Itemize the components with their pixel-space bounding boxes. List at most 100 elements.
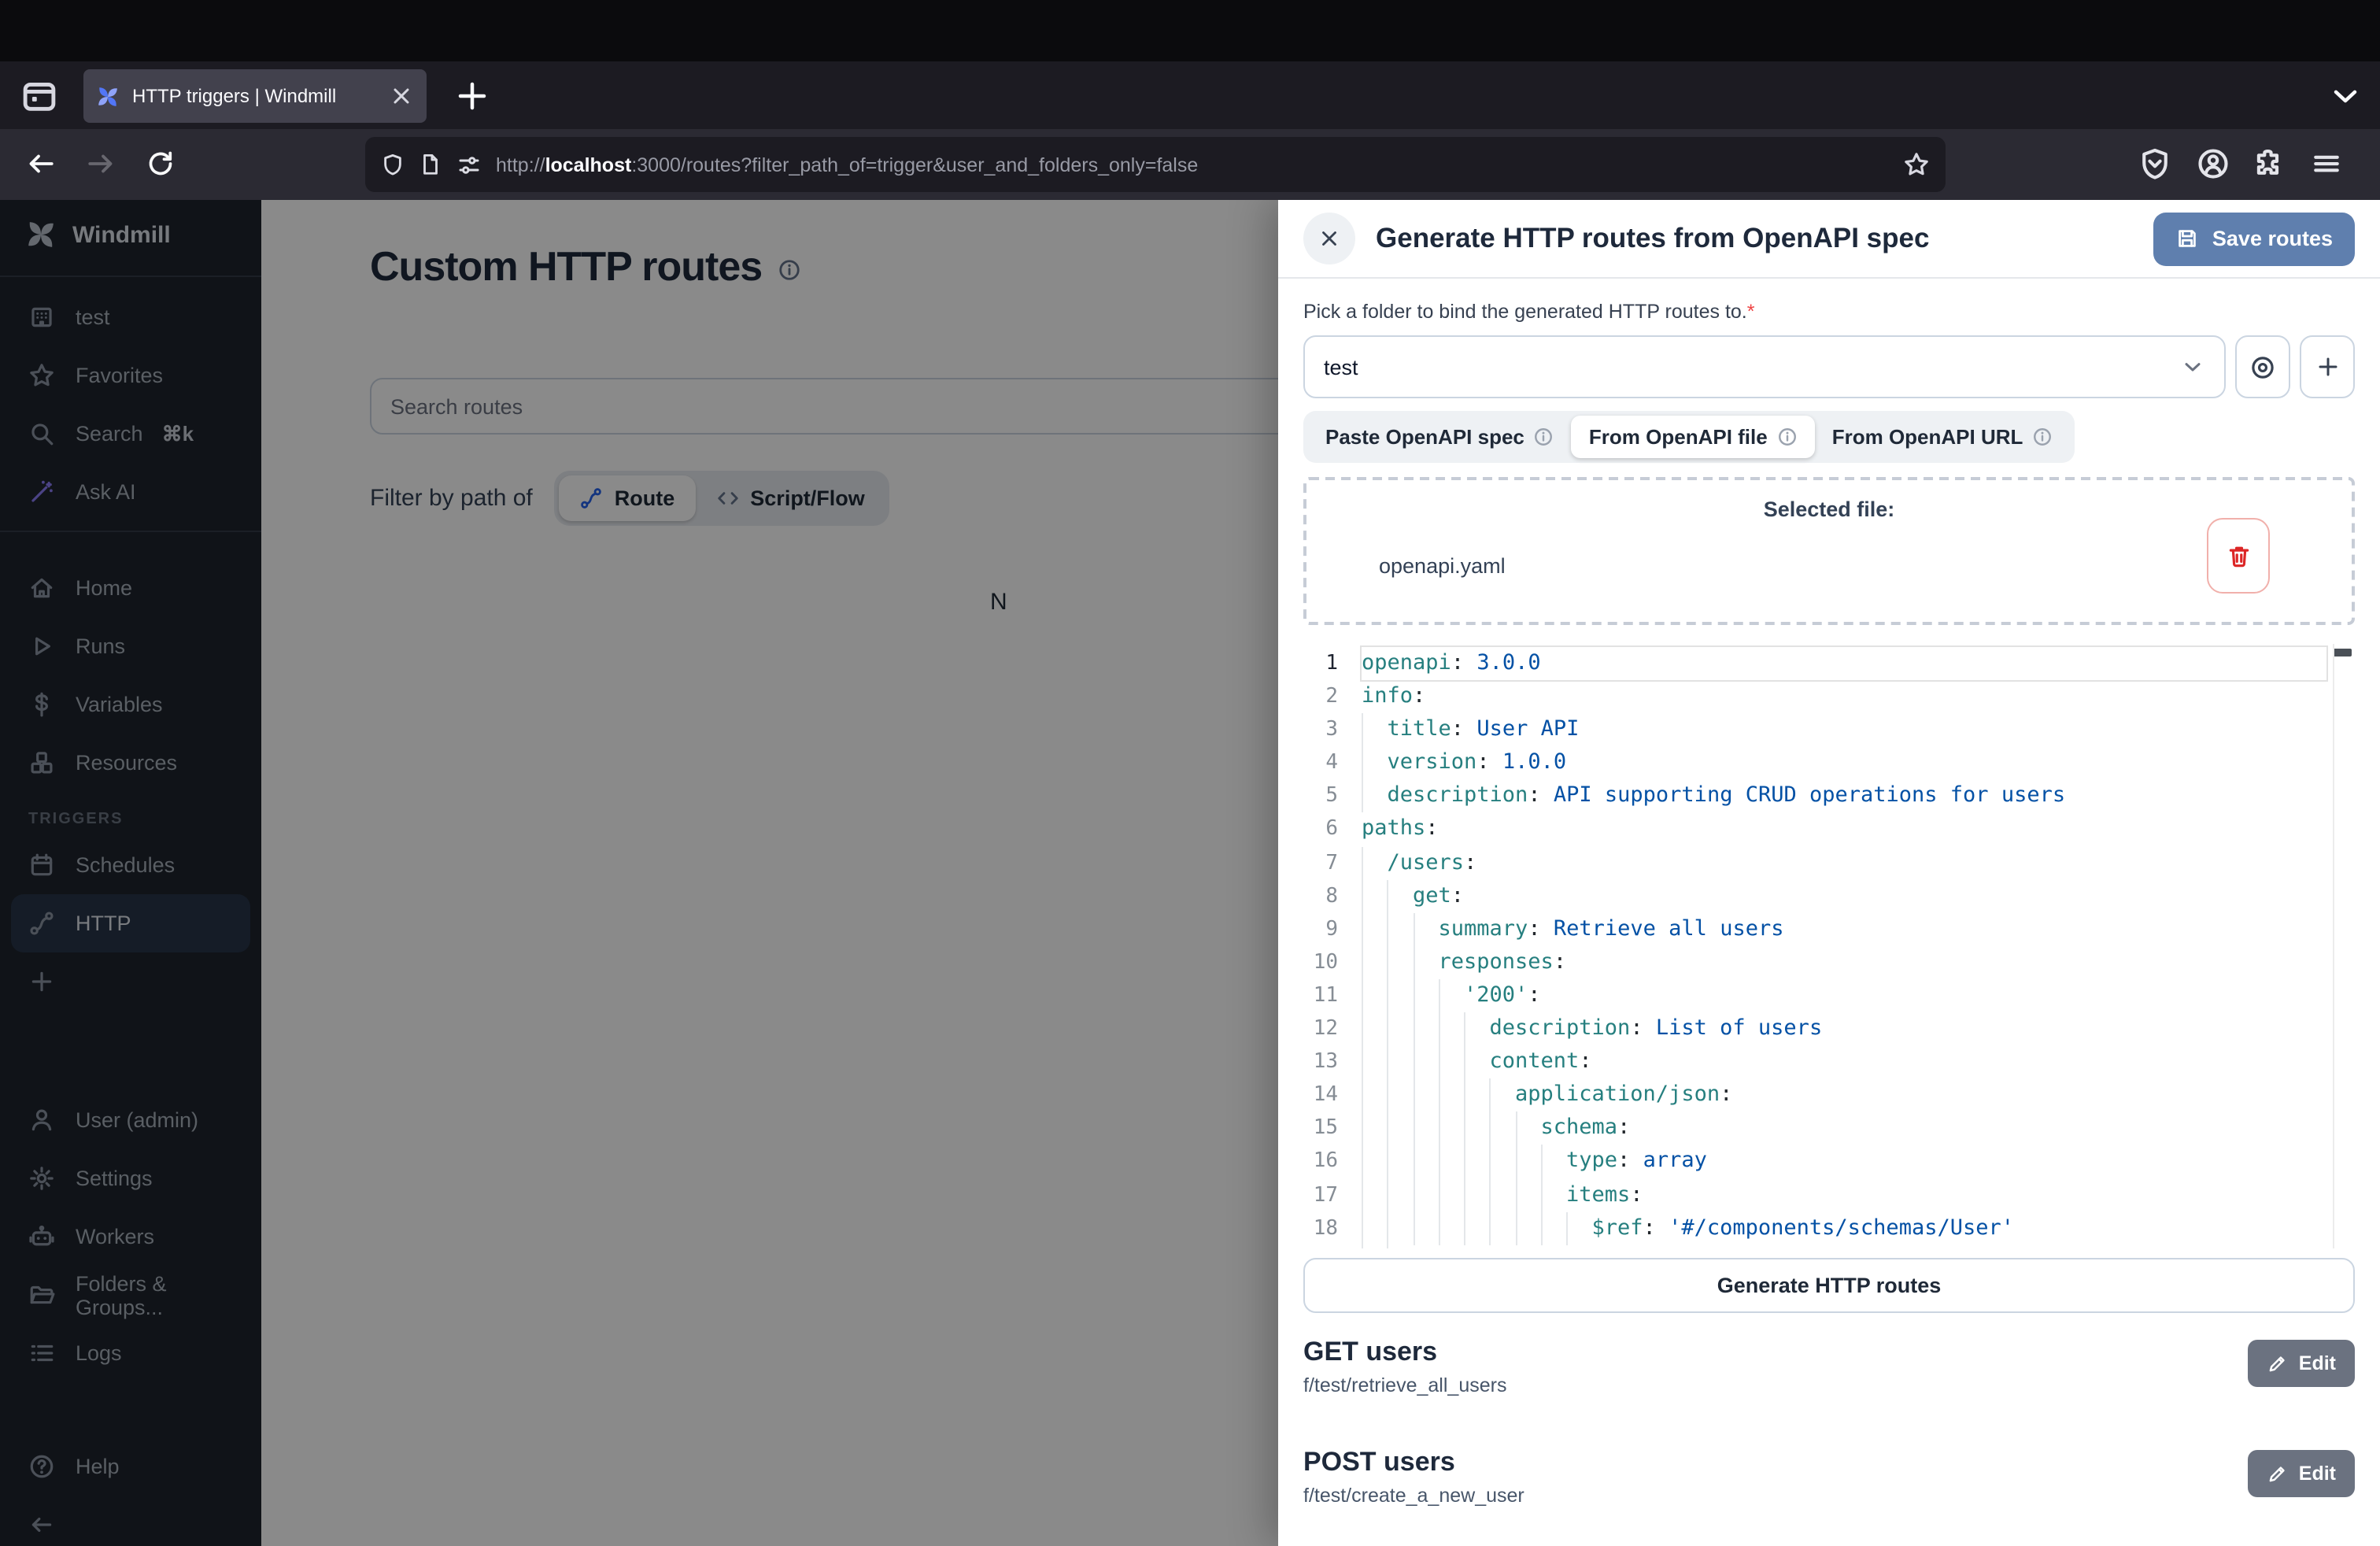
reload-button[interactable]	[145, 148, 176, 179]
yaml-value: '#/components/schemas/User'	[1669, 1215, 2014, 1240]
yaml-colon: :	[1630, 1015, 1643, 1041]
site-info-icon[interactable]	[419, 153, 442, 176]
pocket-icon[interactable]	[2138, 146, 2172, 181]
tracking-protection-icon[interactable]	[381, 153, 405, 176]
add-folder-button[interactable]	[2300, 335, 2355, 398]
yaml-key: $ref	[1592, 1215, 1643, 1240]
tab-paste-openapi-spec[interactable]: Paste OpenAPI spec	[1308, 416, 1572, 458]
drawer-backdrop[interactable]	[0, 200, 1278, 1546]
line-number: 15	[1303, 1112, 1338, 1145]
code-line: 11'200':	[1303, 979, 2355, 1012]
line-number: 5	[1303, 780, 1338, 813]
indent-guide	[1388, 1078, 1414, 1111]
indent-guide	[1362, 1145, 1388, 1178]
line-number: 7	[1303, 846, 1338, 879]
code-line: 17 items:	[1303, 1178, 2355, 1211]
yaml-key: application/json	[1515, 1082, 1720, 1107]
save-routes-button[interactable]: Save routes	[2154, 212, 2355, 265]
code-line-body: info:	[1362, 680, 2355, 713]
close-drawer-button[interactable]	[1303, 213, 1355, 264]
edit-route-button[interactable]: Edit	[2249, 1340, 2355, 1387]
indent-guide	[1490, 1178, 1516, 1211]
code-line: 1openapi: 3.0.0	[1303, 647, 2355, 680]
tab-list-chevron-icon[interactable]	[2326, 77, 2364, 115]
indent-guide	[1413, 1112, 1439, 1145]
openapi-code-editor[interactable]: 1openapi: 3.0.02info:3title: User API4ve…	[1303, 644, 2355, 1248]
generate-routes-button[interactable]: Generate HTTP routes	[1303, 1258, 2355, 1313]
code-line: 15schema:	[1303, 1112, 2355, 1145]
line-number: 12	[1303, 1012, 1338, 1045]
yaml-space	[1464, 650, 1476, 675]
line-number: 11	[1303, 979, 1338, 1012]
menu-icon[interactable]	[2309, 146, 2344, 181]
extensions-icon[interactable]	[2251, 146, 2286, 181]
remove-file-button[interactable]	[2207, 518, 2270, 594]
indent-guide	[1439, 1012, 1465, 1045]
line-number: 1	[1303, 647, 1338, 680]
source-tabs: Paste OpenAPI spec From OpenAPI file From …	[1303, 411, 2075, 463]
bookmark-star-icon[interactable]	[1903, 151, 1930, 178]
indent-guide	[1490, 1112, 1516, 1145]
code-line-body: /users:	[1362, 846, 2355, 879]
indent-guide	[1362, 846, 1388, 879]
yaml-key: content	[1490, 1049, 1580, 1074]
browser-navbar: http://localhost:3000/routes?filter_path…	[0, 129, 2380, 200]
indent-guide	[1388, 1211, 1414, 1245]
code-line-body: post:	[1362, 1245, 2355, 1248]
preview-folder-button[interactable]	[2235, 335, 2290, 398]
code-line: 5 description: API supporting CRUD operat…	[1303, 780, 2355, 813]
permissions-icon[interactable]	[456, 152, 482, 177]
tab-from-openapi-file[interactable]: From OpenAPI file	[1572, 416, 1815, 458]
new-tab-button[interactable]	[453, 77, 491, 115]
indent-guide	[1388, 1012, 1414, 1045]
route-path: f/test/retrieve_all_users	[1303, 1374, 1506, 1396]
yaml-colon: :	[1528, 916, 1540, 941]
edit-route-button[interactable]: Edit	[2249, 1450, 2355, 1497]
yaml-value: List of users	[1656, 1015, 1822, 1041]
code-line: 19post:	[1303, 1245, 2355, 1248]
info-icon	[1777, 427, 1798, 447]
code-line: 9summary: Retrieve all users	[1303, 913, 2355, 946]
code-line-body: description: API supporting CRUD operati…	[1362, 780, 2355, 813]
route-info: GET usersf/test/retrieve_all_users	[1303, 1337, 1506, 1396]
indent-guide	[1388, 1145, 1414, 1178]
firefox-view-icon[interactable]	[19, 76, 60, 117]
yaml-colon: :	[1451, 650, 1464, 675]
tab-label: From OpenAPI file	[1589, 425, 1768, 449]
editor-scroll-indicator[interactable]	[2333, 649, 2352, 656]
indent-guide	[1413, 913, 1439, 946]
indent-guide	[1439, 1178, 1465, 1211]
yaml-colon: :	[1617, 1148, 1630, 1174]
indent-guide	[1464, 1145, 1490, 1178]
indent-guide	[1464, 1045, 1490, 1078]
indent-guide	[1515, 1211, 1541, 1245]
yaml-colon: :	[1413, 683, 1425, 708]
folder-select[interactable]: test	[1303, 335, 2226, 398]
indent-guide	[1362, 1045, 1388, 1078]
line-number: 17	[1303, 1178, 1338, 1211]
back-button[interactable]	[25, 148, 57, 179]
indent-guide	[1490, 1211, 1516, 1245]
line-number: 4	[1303, 747, 1338, 780]
code-line: 7/users:	[1303, 846, 2355, 879]
tab-from-openapi-url[interactable]: From OpenAPI URL	[1815, 416, 2071, 458]
forward-button[interactable]	[85, 148, 116, 179]
yaml-colon: :	[1528, 783, 1540, 808]
browser-tab[interactable]: HTTP triggers | Windmill	[83, 69, 427, 123]
indent-guide	[1388, 1045, 1414, 1078]
window-titlebar	[0, 0, 2380, 61]
yaml-key: description	[1388, 783, 1528, 808]
code-line-body: items:	[1362, 1178, 2355, 1211]
indent-guide	[1439, 979, 1465, 1012]
tab-close-icon[interactable]	[389, 83, 414, 109]
url-bar[interactable]: http://localhost:3000/routes?filter_path…	[365, 137, 1946, 192]
yaml-colon: :	[1451, 882, 1464, 908]
url-text: http://localhost:3000/routes?filter_path…	[496, 153, 1890, 176]
yaml-key: get	[1413, 882, 1451, 908]
yaml-colon: :	[1643, 1215, 1656, 1240]
indent-guide	[1388, 946, 1414, 979]
indent-guide	[1362, 713, 1388, 746]
pencil-icon	[2267, 1463, 2288, 1484]
code-line-body: summary: Retrieve all users	[1362, 913, 2355, 946]
account-icon[interactable]	[2196, 146, 2230, 181]
